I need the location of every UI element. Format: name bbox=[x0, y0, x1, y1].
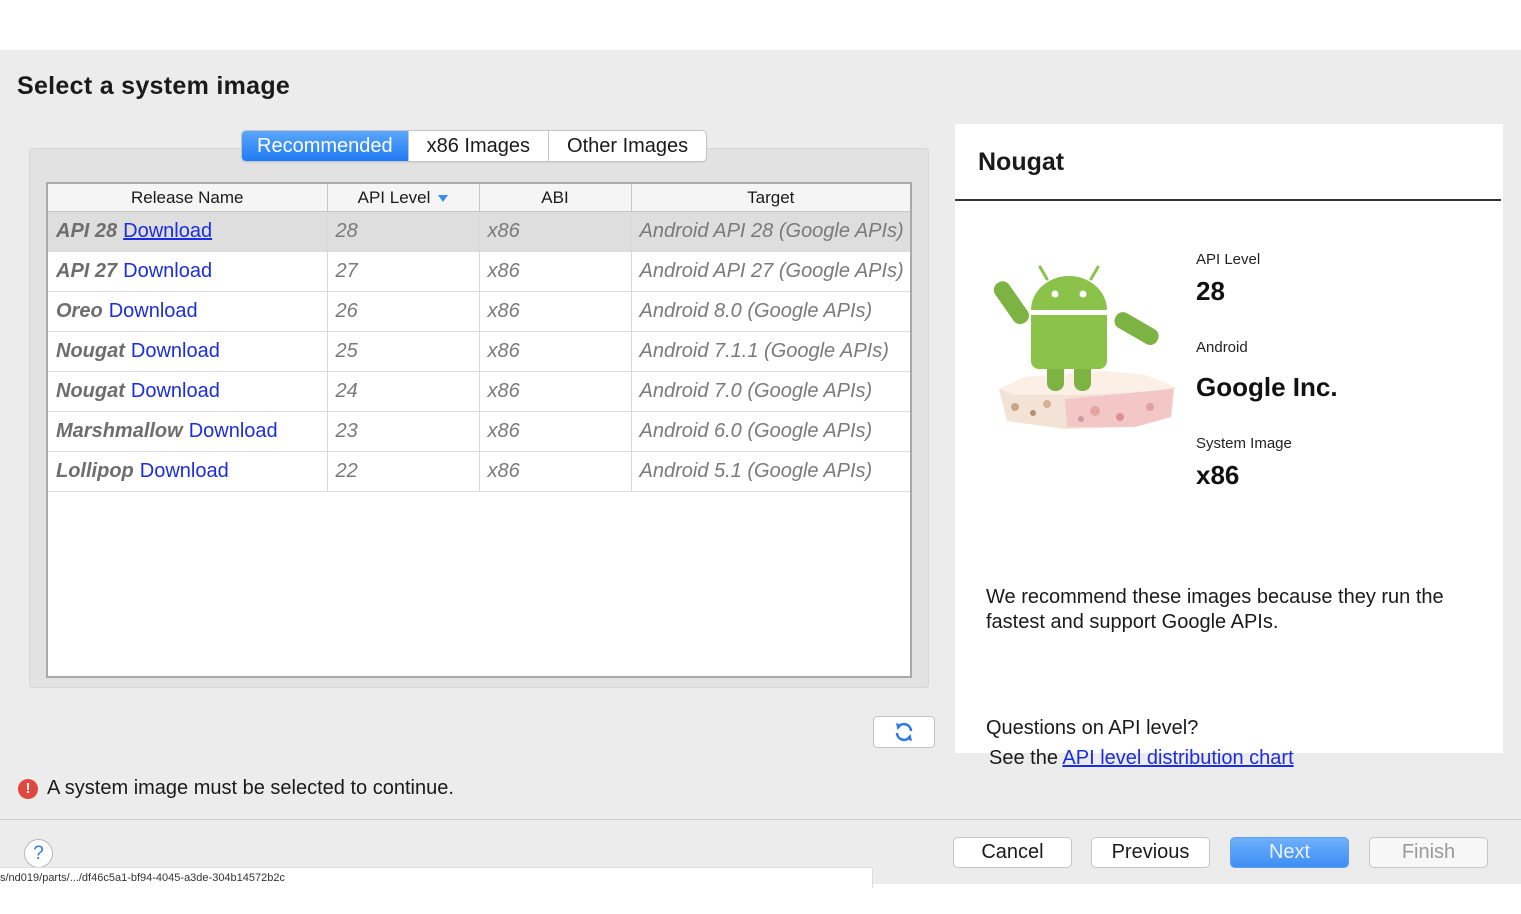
column-header-api-level[interactable]: API Level bbox=[327, 184, 480, 212]
table-row[interactable]: API 28 Download 28 x86 Android API 28 (Go… bbox=[48, 211, 910, 252]
download-link[interactable]: Download bbox=[109, 300, 198, 322]
api-level-cell: 25 bbox=[327, 331, 480, 372]
target-cell: Android 7.1.1 (Google APIs) bbox=[631, 331, 910, 372]
table-row[interactable]: Nougat Download 24 x86 Android 7.0 (Googl… bbox=[48, 371, 910, 412]
api-level-cell: 24 bbox=[327, 371, 480, 412]
api-level-chart-line: See the API level distribution chart bbox=[989, 747, 1294, 769]
download-link[interactable]: Download bbox=[123, 220, 212, 242]
image-tabs: Recommended x86 Images Other Images bbox=[241, 130, 708, 162]
target-cell: Android 8.0 (Google APIs) bbox=[631, 291, 910, 332]
refresh-button[interactable] bbox=[873, 716, 935, 748]
system-image-value: x86 bbox=[1196, 460, 1240, 490]
target-cell: Android 5.1 (Google APIs) bbox=[631, 451, 910, 492]
table-row[interactable]: Nougat Download 25 x86 Android 7.1.1 (Goo… bbox=[48, 331, 910, 372]
sort-descending-icon bbox=[438, 194, 449, 202]
column-header-target[interactable]: Target bbox=[631, 184, 910, 212]
error-text: A system image must be selected to conti… bbox=[47, 777, 454, 799]
system-image-label: System Image bbox=[1196, 435, 1292, 452]
abi-cell: x86 bbox=[479, 291, 632, 332]
api-level-distribution-link[interactable]: API level distribution chart bbox=[1062, 747, 1293, 769]
release-name: API 27 bbox=[56, 260, 118, 282]
release-name: Marshmallow bbox=[56, 420, 183, 442]
release-name: Nougat bbox=[56, 380, 125, 402]
abi-cell: x86 bbox=[479, 331, 632, 372]
api-level-cell: 28 bbox=[327, 211, 480, 252]
error-icon: ! bbox=[18, 778, 38, 799]
table-row[interactable]: Marshmallow Download 23 x86 Android 6.0 (… bbox=[48, 411, 910, 452]
system-image-table: Release Name API Level ABI Target API 28… bbox=[46, 182, 912, 678]
android-value: Google Inc. bbox=[1196, 372, 1338, 402]
download-link[interactable]: Download bbox=[140, 460, 229, 482]
tab-other-images[interactable]: Other Images bbox=[548, 131, 706, 161]
android-nougat-image bbox=[993, 265, 1175, 429]
system-image-dialog: Select a system image Recommended x86 Im… bbox=[0, 50, 1521, 884]
api-level-value: 28 bbox=[1196, 276, 1225, 306]
release-name: Oreo bbox=[56, 300, 103, 322]
download-link[interactable]: Download bbox=[131, 380, 220, 402]
previous-button[interactable]: Previous bbox=[1091, 837, 1210, 868]
column-header-release-name[interactable]: Release Name bbox=[48, 184, 328, 212]
api-level-cell: 23 bbox=[327, 411, 480, 452]
refresh-icon bbox=[895, 722, 913, 742]
tab-x86-images[interactable]: x86 Images bbox=[407, 131, 548, 161]
android-label: Android bbox=[1196, 339, 1248, 356]
api-level-cell: 26 bbox=[327, 291, 480, 332]
api-level-cell: 22 bbox=[327, 451, 480, 492]
table-header-row: Release Name API Level ABI Target bbox=[48, 184, 910, 212]
abi-cell: x86 bbox=[479, 411, 632, 452]
tab-recommended[interactable]: Recommended bbox=[242, 131, 408, 161]
abi-cell: x86 bbox=[479, 451, 632, 492]
abi-cell: x86 bbox=[479, 371, 632, 412]
release-name: API 28 bbox=[56, 220, 118, 242]
table-row[interactable]: Oreo Download 26 x86 Android 8.0 (Google … bbox=[48, 291, 910, 332]
divider bbox=[955, 199, 1501, 201]
recommendation-text: We recommend these images because they r… bbox=[986, 586, 1444, 633]
detail-panel: Nougat API Level 28 Android Google Inc. … bbox=[955, 124, 1503, 769]
download-link[interactable]: Download bbox=[189, 420, 278, 442]
error-message: ! A system image must be selected to con… bbox=[18, 777, 454, 800]
target-cell: Android 7.0 (Google APIs) bbox=[631, 371, 910, 412]
page-title: Select a system image bbox=[17, 72, 291, 100]
api-level-label: API Level bbox=[1196, 251, 1261, 268]
footer-divider bbox=[0, 819, 1521, 820]
download-link[interactable]: Download bbox=[123, 260, 212, 282]
abi-cell: x86 bbox=[479, 251, 632, 292]
target-cell: Android API 27 (Google APIs) bbox=[631, 251, 910, 292]
next-button[interactable]: Next bbox=[1230, 837, 1349, 868]
download-link[interactable]: Download bbox=[131, 340, 220, 362]
table-row[interactable]: Lollipop Download 22 x86 Android 5.1 (Goo… bbox=[48, 451, 910, 492]
api-level-question: Questions on API level? bbox=[986, 717, 1199, 739]
abi-cell: x86 bbox=[479, 211, 632, 252]
api-level-cell: 27 bbox=[327, 251, 480, 292]
target-cell: Android 6.0 (Google APIs) bbox=[631, 411, 910, 452]
help-button[interactable]: ? bbox=[24, 839, 53, 868]
release-name: Nougat bbox=[56, 340, 125, 362]
status-bar-url: s/nd019/parts/.../df46c5a1-bf94-4045-a3d… bbox=[0, 867, 873, 888]
release-name: Lollipop bbox=[56, 460, 134, 482]
finish-button[interactable]: Finish bbox=[1369, 837, 1488, 868]
target-cell: Android API 28 (Google APIs) bbox=[631, 211, 910, 252]
cancel-button[interactable]: Cancel bbox=[953, 837, 1072, 868]
detail-title: Nougat bbox=[978, 148, 1065, 176]
table-row[interactable]: API 27 Download 27 x86 Android API 27 (Go… bbox=[48, 251, 910, 292]
column-header-abi[interactable]: ABI bbox=[479, 184, 632, 212]
